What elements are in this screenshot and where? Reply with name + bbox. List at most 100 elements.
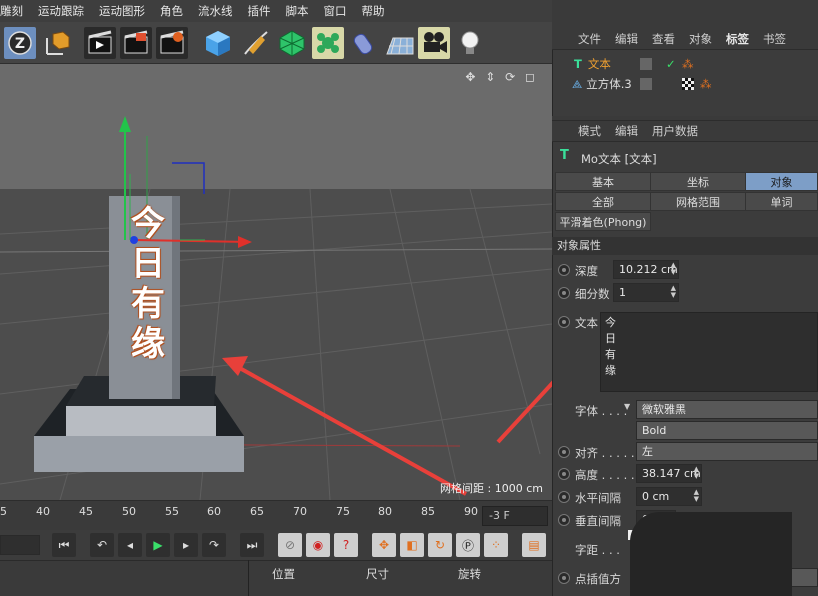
phong-tag-icon[interactable]: ⁂ xyxy=(700,77,712,91)
mograph-cloner-icon[interactable] xyxy=(312,27,344,59)
tick: 45 xyxy=(79,505,93,518)
tick: 50 xyxy=(122,505,136,518)
play-icon[interactable]: ▶ xyxy=(146,533,170,557)
coordinate-system-icon[interactable] xyxy=(40,27,72,59)
autokey-icon[interactable]: ◉ xyxy=(306,533,330,557)
current-frame-field[interactable]: -3 F xyxy=(482,506,548,526)
menu-character[interactable]: 角色 xyxy=(152,3,190,19)
layer-icon[interactable] xyxy=(640,78,652,90)
next-key-icon[interactable]: ↷ xyxy=(202,533,226,557)
depth-input[interactable]: 10.212 cm ▲ ▼ xyxy=(613,260,679,279)
font-style-field[interactable]: Bold xyxy=(636,421,818,440)
hspace-anim-radio[interactable] xyxy=(558,491,570,503)
section-object-properties: 对象属性 xyxy=(552,237,818,255)
object-name[interactable]: 立方体.3 xyxy=(586,76,631,92)
menu-help[interactable]: 帮助 xyxy=(354,3,392,19)
phong-tag-icon[interactable]: ⁂ xyxy=(682,57,694,71)
viewport-nav-icons[interactable]: ✥ ⇕ ⟳ ◻ xyxy=(465,70,538,84)
tab-object[interactable]: 对象 xyxy=(745,172,818,191)
vspace-anim-radio[interactable] xyxy=(558,514,570,526)
height-input[interactable]: 38.147 cm ▲ ▼ xyxy=(636,464,702,483)
tab-basic[interactable]: 基本 xyxy=(555,172,651,191)
help-icon[interactable]: ? xyxy=(334,533,358,557)
enabled-check-icon[interactable]: ✓ xyxy=(666,57,676,71)
render-view-icon[interactable] xyxy=(84,27,116,59)
om-menu-bookmarks[interactable]: 书签 xyxy=(763,31,794,47)
interp-anim-radio[interactable] xyxy=(558,572,570,584)
menu-sculpt[interactable]: 雕刻 xyxy=(0,3,30,19)
object-name[interactable]: 文本 xyxy=(588,56,611,72)
subdivision-icon[interactable] xyxy=(276,27,308,59)
tab-coord[interactable]: 坐标 xyxy=(650,172,746,191)
light-icon[interactable] xyxy=(454,27,486,59)
font-dropdown-icon[interactable]: ▼ xyxy=(624,402,630,411)
om-menu-view[interactable]: 查看 xyxy=(652,31,683,47)
menu-window[interactable]: 窗口 xyxy=(316,3,354,19)
timeline-ruler[interactable]: 5 40 45 50 55 60 65 70 75 80 85 90 xyxy=(0,500,552,530)
align-label: 对齐 . . . . . xyxy=(575,446,635,460)
spinner-icon[interactable]: ▲ ▼ xyxy=(694,489,699,503)
spinner-icon[interactable]: ▲ ▼ xyxy=(671,262,676,276)
height-anim-radio[interactable] xyxy=(558,468,570,480)
menu-plugins[interactable]: 插件 xyxy=(240,3,278,19)
tab-grid-range[interactable]: 网格范围 xyxy=(650,192,746,211)
menu-motion-tracking[interactable]: 运动跟踪 xyxy=(30,3,91,19)
3d-viewport[interactable]: 今 日 有 缘 ✥ ⇕ ⟳ ◻ xyxy=(0,64,552,500)
param-key-icon[interactable]: Ⓟ xyxy=(456,533,480,557)
depth-anim-radio[interactable] xyxy=(558,264,570,276)
am-menu-userdata[interactable]: 用户数据 xyxy=(652,123,706,139)
menu-pipeline[interactable]: 流水线 xyxy=(190,3,240,19)
menu-script[interactable]: 脚本 xyxy=(278,3,316,19)
subdiv-input[interactable]: 1 ▲ ▼ xyxy=(613,283,679,302)
z-axis-icon[interactable]: Z xyxy=(4,27,36,59)
prev-frame-icon[interactable]: ◂ xyxy=(118,533,142,557)
next-frame-icon[interactable]: ▸ xyxy=(174,533,198,557)
om-menu-file[interactable]: 文件 xyxy=(578,31,609,47)
pla-key-icon[interactable]: ⁘ xyxy=(484,533,508,557)
tab-word[interactable]: 单词 xyxy=(745,192,818,211)
cube-icon[interactable] xyxy=(202,27,234,59)
go-start-icon[interactable]: ⏮ xyxy=(52,533,76,557)
om-menu-tags[interactable]: 标签 xyxy=(726,31,757,47)
rotate-key-icon[interactable]: ↻ xyxy=(428,533,452,557)
spinner-icon[interactable]: ▲ ▼ xyxy=(694,466,699,480)
render-picture-viewer-icon[interactable] xyxy=(120,27,152,59)
hspace-input[interactable]: 0 cm ▲ ▼ xyxy=(636,487,702,506)
record-disabled-icon[interactable]: ⊘ xyxy=(278,533,302,557)
camera-icon[interactable] xyxy=(418,27,450,59)
om-menu-edit[interactable]: 编辑 xyxy=(615,31,646,47)
scale-key-icon[interactable]: ◧ xyxy=(400,533,424,557)
deformer-icon[interactable] xyxy=(348,27,380,59)
subdiv-label: 细分数 xyxy=(575,287,610,301)
subdiv-anim-radio[interactable] xyxy=(558,287,570,299)
am-menu-mode[interactable]: 模式 xyxy=(578,123,609,139)
text-input[interactable]: 今 日 有 缘 xyxy=(600,312,818,392)
font-family-field[interactable]: 微软雅黑 xyxy=(636,400,818,419)
attribute-manager-menu: 模式 编辑 用户数据 xyxy=(552,120,818,142)
tab-all[interactable]: 全部 xyxy=(555,192,651,211)
start-frame-field[interactable] xyxy=(0,535,40,555)
edit-render-settings-icon[interactable] xyxy=(156,27,188,59)
text-line: 缘 xyxy=(605,364,616,377)
go-end-icon[interactable]: ⏭ xyxy=(240,533,264,557)
move-key-icon[interactable]: ✥ xyxy=(372,533,396,557)
floor-icon[interactable] xyxy=(384,27,416,59)
am-menu-edit[interactable]: 编辑 xyxy=(615,123,646,139)
layer-icon[interactable] xyxy=(640,58,652,70)
om-menu-objects[interactable]: 对象 xyxy=(689,31,720,47)
text-object-icon: T xyxy=(574,57,582,71)
texture-tag-icon[interactable] xyxy=(682,78,694,90)
filmstrip-icon[interactable]: ▤ xyxy=(522,533,546,557)
object-row-cube[interactable]: ⟁ 立方体.3 ⁂ xyxy=(556,75,818,93)
spinner-icon[interactable]: ▲ ▼ xyxy=(671,285,676,299)
column-rotation: 旋转 xyxy=(458,567,481,581)
pen-icon[interactable] xyxy=(240,27,272,59)
menu-mograph[interactable]: 运动图形 xyxy=(91,3,152,19)
depth-label: 深度 xyxy=(575,264,598,278)
align-select[interactable]: 左 xyxy=(636,442,818,461)
tab-phong[interactable]: 平滑着色(Phong) xyxy=(555,212,651,231)
prev-key-icon[interactable]: ↶ xyxy=(90,533,114,557)
align-anim-radio[interactable] xyxy=(558,446,570,458)
object-row-text[interactable]: T 文本 ✓ ⁂ xyxy=(556,55,818,73)
text-anim-radio[interactable] xyxy=(558,316,570,328)
